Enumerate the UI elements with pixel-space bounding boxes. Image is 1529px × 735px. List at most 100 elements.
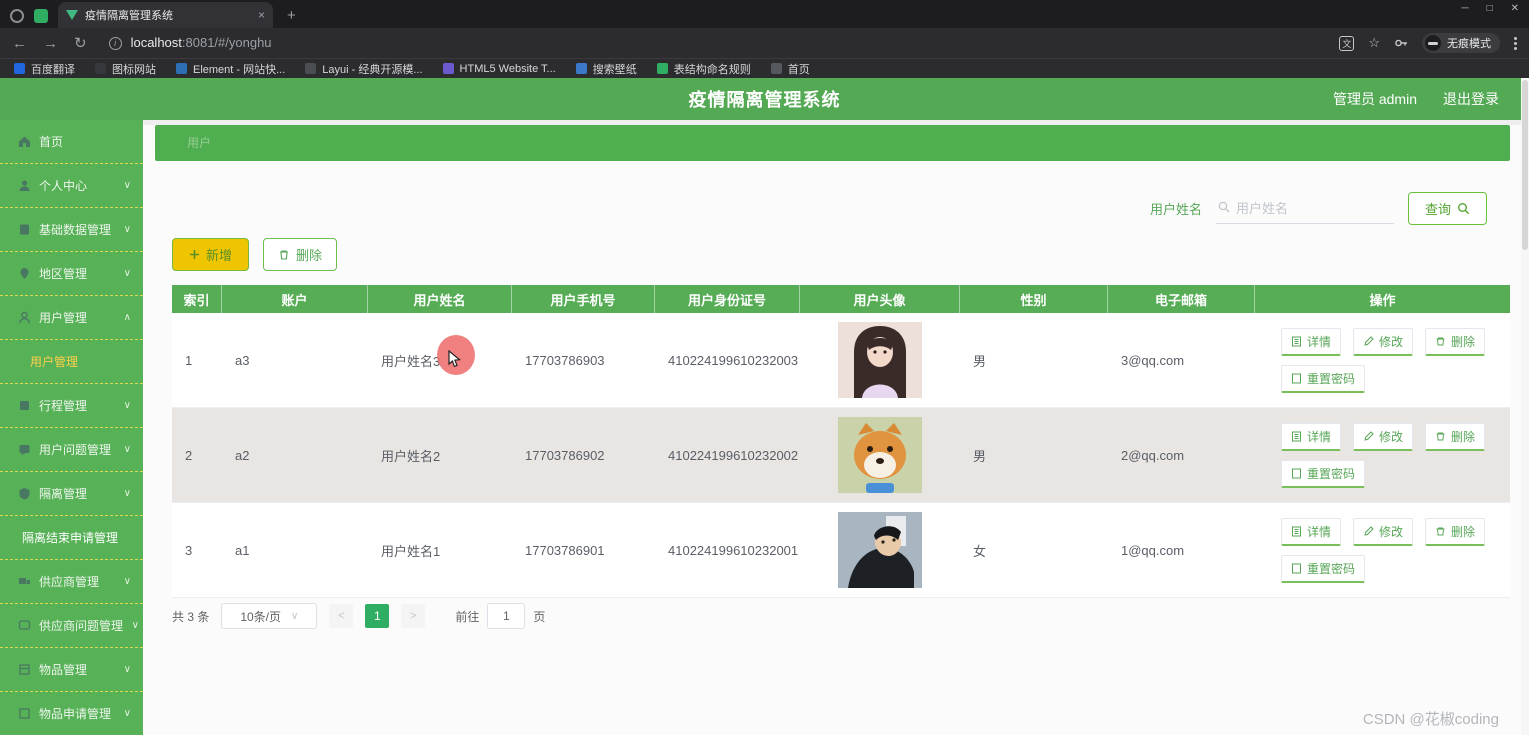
chevron-down-icon: ∨ [123, 664, 131, 675]
browser-menu-icon[interactable] [1514, 36, 1517, 50]
sidebar-item-user-question[interactable]: 用户问题管理 ∨ [0, 428, 143, 472]
bookmark-html5[interactable]: HTML5 Website T... [442, 63, 556, 75]
box-icon [18, 663, 31, 676]
site-info-icon[interactable]: i [108, 36, 122, 50]
avatar-young-man [838, 512, 922, 588]
sidebar-item-personal-center[interactable]: 个人中心 ∨ [0, 164, 143, 208]
cell-actions: 详情 修改 删除 重置密码 [1255, 408, 1510, 502]
bookmark-icon [176, 63, 187, 74]
edit-button[interactable]: 修改 [1353, 517, 1414, 546]
detail-button[interactable]: 详情 [1281, 422, 1342, 451]
reload-button[interactable]: ↻ [74, 34, 87, 52]
route-icon [18, 399, 31, 412]
cell-gender: 女 [973, 543, 987, 559]
app-header: 疫情隔离管理系统 管理员 admin 退出登录 [0, 78, 1529, 120]
logout-link[interactable]: 退出登录 [1443, 89, 1499, 109]
reset-password-button[interactable]: 重置密码 [1281, 554, 1366, 583]
bookmark-icon [656, 63, 668, 74]
cell-gender: 男 [973, 353, 987, 369]
goto-page-input[interactable] [487, 603, 526, 629]
sidebar-item-isolation-end-request[interactable]: 隔离结束申请管理 [0, 516, 143, 560]
edit-button[interactable]: 修改 [1353, 422, 1414, 451]
bookmark-element[interactable]: Element - 网站快... [176, 61, 285, 77]
browser-tab-strip: 疫情隔离管理系统 × + ─ □ ✕ [0, 0, 1529, 28]
bookmark-baidu-translate[interactable]: 百度翻译 [14, 61, 75, 77]
key-icon[interactable] [1394, 36, 1408, 50]
cell-avatar [800, 313, 960, 407]
banner-text: 用户 [187, 136, 212, 150]
page-size-select[interactable]: 10条/页 ∨ [221, 603, 318, 629]
query-button[interactable]: 查询 [1407, 192, 1487, 225]
tab-close-icon[interactable]: × [258, 8, 265, 22]
bookmark-home[interactable]: 首页 [770, 61, 810, 77]
sidebar-subitem-user-mgmt[interactable]: 用户管理 [0, 340, 143, 384]
window-maximize-button[interactable]: □ [1487, 3, 1493, 14]
table-row[interactable]: 2 a2 用户姓名2 17703786902 41022419961023200… [172, 408, 1510, 503]
bookmark-layui[interactable]: Layui - 经典开源模... [305, 61, 423, 77]
back-button[interactable]: ← [12, 35, 27, 52]
cell-avatar [800, 408, 960, 502]
current-page-button[interactable]: 1 [365, 604, 390, 628]
bookmark-naming-rules[interactable]: 表结构命名规则 [656, 61, 751, 77]
sidebar-item-region[interactable]: 地区管理 ∨ [0, 252, 143, 296]
add-button[interactable]: 新增 [172, 238, 250, 271]
chevron-down-icon: ∨ [291, 610, 299, 622]
document-icon [1292, 336, 1301, 346]
delete-button[interactable]: 删除 [263, 238, 338, 271]
cell-name: 用户姓名2 [381, 448, 441, 464]
box-icon [18, 707, 31, 720]
browser-tab[interactable]: 疫情隔离管理系统 × [58, 2, 273, 28]
sidebar-item-isolation-mgmt[interactable]: 隔离管理 ∨ [0, 472, 143, 516]
reset-password-button[interactable]: 重置密码 [1281, 459, 1366, 488]
scrollbar-thumb[interactable] [1522, 80, 1528, 250]
plus-icon [190, 250, 199, 259]
current-user-label: 管理员 admin [1332, 91, 1417, 107]
page-scrollbar[interactable] [1521, 78, 1529, 735]
new-tab-button[interactable]: + [287, 7, 296, 28]
sidebar-item-base-data[interactable]: 基础数据管理 ∨ [0, 208, 143, 252]
row-delete-button[interactable]: 删除 [1425, 327, 1486, 356]
table-row[interactable]: 1 a3 用户姓名3 17703786903 41022419961023200… [172, 313, 1510, 408]
sidebar-item-trip-mgmt[interactable]: 行程管理 ∨ [0, 384, 143, 428]
bookmark-icon [305, 63, 317, 74]
bookmark-wallpaper[interactable]: 搜索壁纸 [575, 61, 637, 77]
chevron-down-icon: ∨ [123, 180, 131, 191]
reset-password-button[interactable]: 重置密码 [1281, 364, 1366, 393]
row-delete-button[interactable]: 删除 [1425, 517, 1486, 546]
table-row[interactable]: 3 a1 用户姓名1 17703786901 41022419961023200… [172, 503, 1510, 598]
next-page-button[interactable]: > [401, 604, 426, 628]
trash-icon [1436, 432, 1445, 440]
row-delete-button[interactable]: 删除 [1425, 422, 1486, 451]
sidebar-item-user-mgmt[interactable]: 用户管理 ∧ [0, 296, 143, 340]
avatar-anime-girl [838, 322, 922, 398]
bookmark-star-icon[interactable]: ☆ [1368, 35, 1380, 51]
detail-button[interactable]: 详情 [1281, 517, 1342, 546]
database-icon [18, 223, 31, 236]
edit-button[interactable]: 修改 [1353, 327, 1414, 356]
cell-actions: 详情 修改 删除 重置密码 [1255, 313, 1510, 407]
sidebar-item-goods-request[interactable]: 物品申请管理 ∨ [0, 692, 143, 735]
sidebar-item-home[interactable]: 首页 [0, 120, 143, 164]
mouse-cursor-icon [448, 350, 462, 368]
window-close-button[interactable]: ✕ [1511, 3, 1519, 14]
cell-index: 2 [185, 447, 193, 463]
trash-icon [280, 249, 289, 260]
pinned-app-icon[interactable] [34, 9, 48, 23]
sidebar-item-goods-mgmt[interactable]: 物品管理 ∨ [0, 648, 143, 692]
table-header: 索引 账户 用户姓名 用户手机号 用户身份证号 用户头像 性别 电子邮箱 操作 [172, 285, 1510, 313]
forward-button[interactable]: → [43, 35, 58, 52]
cell-phone: 17703786902 [525, 447, 605, 463]
detail-button[interactable]: 详情 [1281, 327, 1342, 356]
avatar-shiba-dog [838, 417, 922, 493]
search-input[interactable]: 用户姓名 [1215, 194, 1394, 224]
address-bar[interactable]: i localhost:8081/#/yonghu [108, 34, 1340, 52]
translate-icon[interactable]: 文 [1339, 35, 1355, 51]
sidebar-item-supplier-question[interactable]: 供应商问题管理 ∨ [0, 604, 143, 648]
sidebar-item-supplier-mgmt[interactable]: 供应商管理 ∨ [0, 560, 143, 604]
bookmark-icon-site[interactable]: 图标网站 [95, 61, 156, 77]
window-minimize-button[interactable]: ─ [1461, 3, 1468, 14]
chevron-down-icon: ∨ [123, 224, 131, 235]
prev-page-button[interactable]: < [329, 604, 354, 628]
cell-idcard: 410224199610232001 [668, 542, 799, 558]
url-path: :8081/#/yonghu [181, 35, 272, 50]
